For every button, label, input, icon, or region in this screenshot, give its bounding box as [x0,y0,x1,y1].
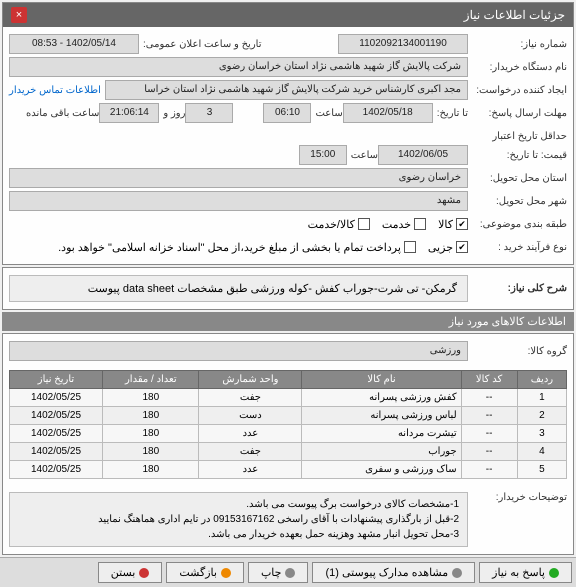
city-label: شهر محل تحویل: [472,196,567,207]
deadline-label: مهلت ارسال پاسخ: [472,108,567,119]
deadline-date-field: 1402/05/18 [343,103,433,123]
time-label-2: ساعت [351,150,378,161]
table-row: 3--تیشرت مردانهعدد1801402/05/25 [9,425,567,443]
th-code: کد کالا [461,371,517,389]
contact-link[interactable]: اطلاعات تماس خریدار [9,85,101,96]
remain-days-field: 3 [185,103,233,123]
need-no-label: شماره نیاز: [472,39,567,50]
buy-type-partial-checkbox[interactable]: جزیی [428,241,468,254]
answer-button[interactable]: پاسخ به نیاز [479,562,572,583]
valid-label: حداقل تاریخ اعتبار [472,131,567,142]
remain-days-label: روز و [163,108,185,119]
buyer-label: نام دستگاه خریدار: [472,62,567,73]
class-service-checkbox[interactable]: خدمت [382,218,426,231]
table-row: 2--لباس ورزشی پسرانهدست1801402/05/25 [9,407,567,425]
buy-type-note-checkbox[interactable]: پرداخت تمام یا بخشی از مبلغ خرید،از محل … [58,241,416,254]
goods-section-header: اطلاعات کالاهای مورد نیاز [2,312,574,331]
creator-label: ایجاد کننده درخواست: [472,85,567,96]
th-qty: تعداد / مقدار [103,371,199,389]
buyer-field: شرکت پالایش گاز شهید هاشمی نژاد استان خر… [9,57,468,77]
close-icon[interactable]: × [11,7,27,23]
attachments-button[interactable]: مشاهده مدارک پیوستی (1) [312,562,475,583]
group-label: گروه کالا: [472,346,567,357]
remain-time-field: 21:06:14 [99,103,159,123]
th-date: تاریخ نیاز [9,371,103,389]
th-name: نام کالا [302,371,461,389]
class-label: طبقه بندی موضوعی: [472,219,567,230]
table-row: 1--کفش ورزشی پسرانهجفت1801402/05/25 [9,389,567,407]
desc-field: گرمکن- تی شرت-جوراب کفش -کوله ورزشی طبق … [9,275,468,302]
pub-date-label: تاریخ و ساعت اعلان عمومی: [143,39,262,50]
close-btn-icon [139,568,149,578]
creator-field: مجد اکبری کارشناس خرید شرکت پالایش گاز ش… [105,80,468,100]
province-field: خراسان رضوی [9,168,468,188]
close-button[interactable]: بستن [98,562,163,583]
table-row: 4--جورابجفت1801402/05/25 [9,443,567,461]
goods-table: ردیف کد کالا نام کالا واحد شمارش تعداد /… [9,370,568,479]
deadline-tadate: تا تاریخ: [437,108,468,119]
th-row: ردیف [517,371,567,389]
print-icon [285,568,295,578]
desc-label: شرح کلی نیاز: [472,283,567,294]
check-icon [549,568,559,578]
back-icon [221,568,231,578]
page-title: جزئیات اطلاعات نیاز [464,8,565,22]
back-button[interactable]: بازگشت [166,562,244,583]
valid-date-field: 1402/06/05 [378,145,468,165]
class-both-checkbox[interactable]: کالا/خدمت [308,218,370,231]
print-button[interactable]: چاپ [248,562,309,583]
pub-date-field: 1402/05/14 - 08:53 [9,34,139,54]
remain-time-label: ساعت باقی مانده [26,108,99,119]
group-field: ورزشی [9,341,468,361]
attachment-icon [452,568,462,578]
class-goods-checkbox[interactable]: کالا [438,218,468,231]
th-unit: واحد شمارش [199,371,302,389]
province-label: استان محل تحویل: [472,173,567,184]
time-label-1: ساعت [315,108,342,119]
table-row: 5--ساک ورزشی و سفریعدد1801402/05/25 [9,461,567,479]
buyer-notes-field: 1-مشخصات کالای درخواست برگ پیوست می باشد… [9,492,468,547]
deadline-time-field: 06:10 [263,103,311,123]
need-no-field: 1102092134001190 [338,34,468,54]
buy-type-label: نوع فرآیند خرید : [472,242,567,253]
buyer-notes-label: توضیحات خریدار: [472,492,567,503]
city-field: مشهد [9,191,468,211]
valid-time-field: 15:00 [299,145,347,165]
valid-label2: قیمت: تا تاریخ: [472,150,567,161]
